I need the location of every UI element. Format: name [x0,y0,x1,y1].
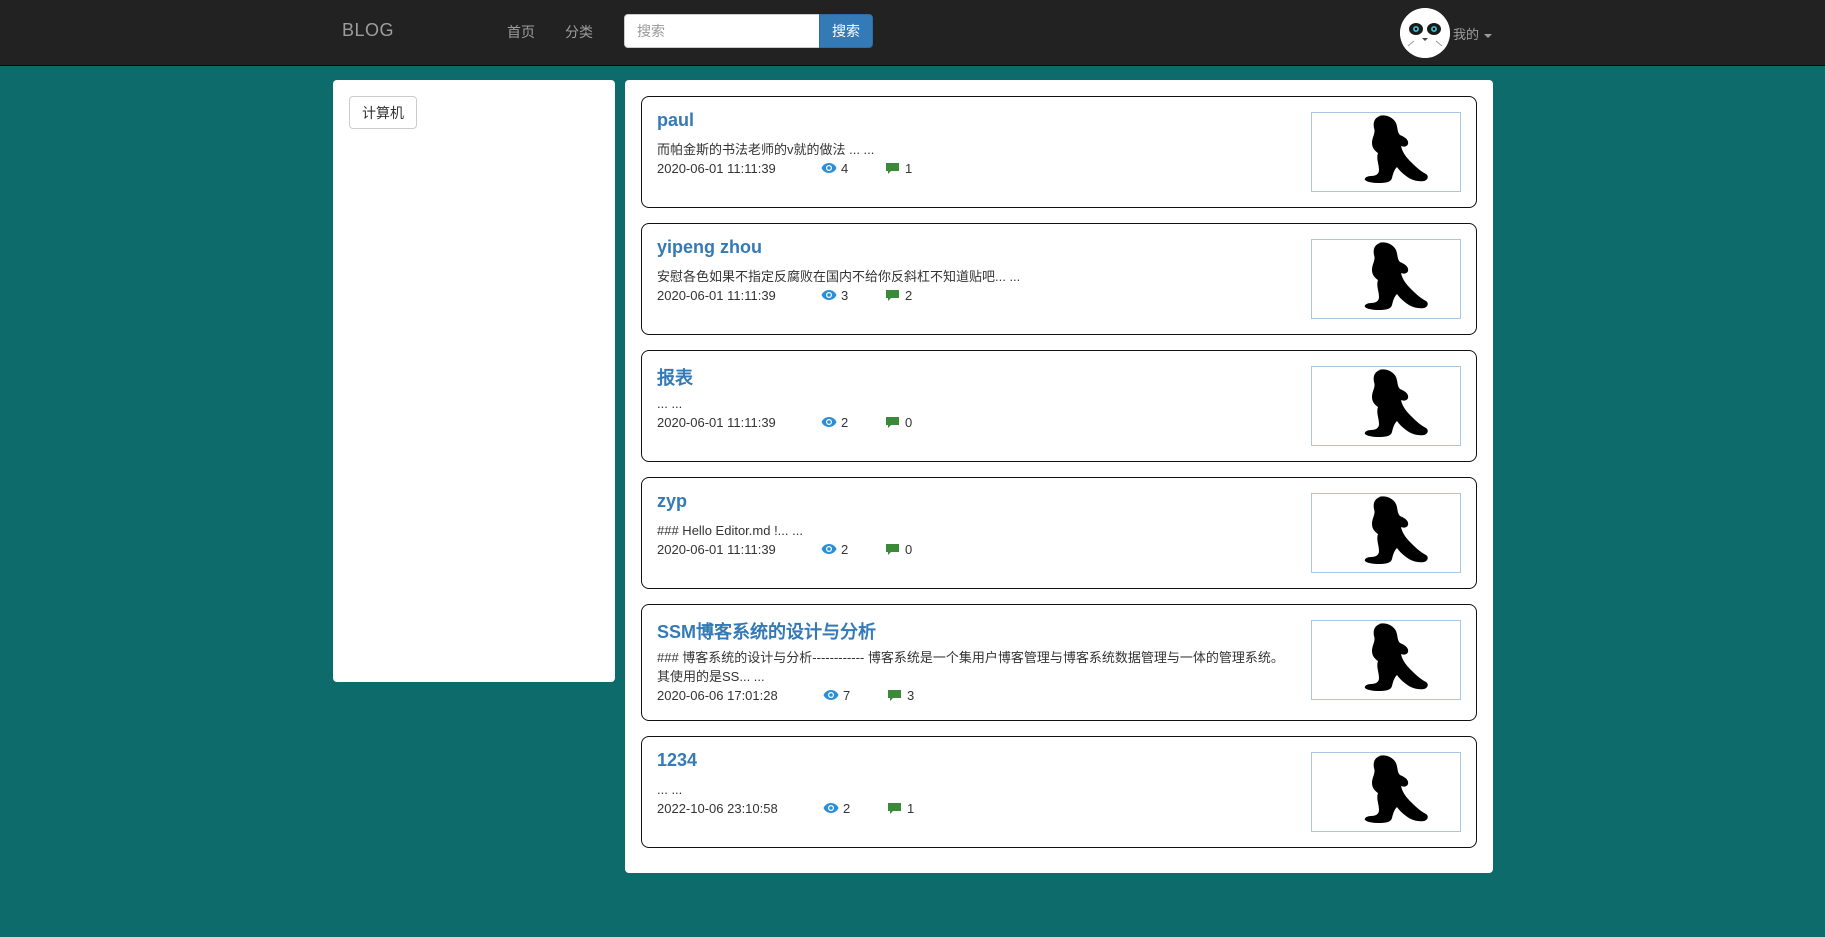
comment-icon [886,162,899,174]
comment-count: 3 [887,688,914,703]
view-count-value: 3 [841,287,849,303]
post-title[interactable]: zyp [657,491,687,512]
comment-icon [886,543,899,555]
post-meta: 2020-06-01 11:11:39 2 0 [657,540,912,558]
comment-count-value: 2 [905,287,913,303]
eye-icon [821,290,837,300]
post-date: 2020-06-01 11:11:39 [657,541,776,557]
post-meta: 2020-06-01 11:11:39 4 1 [657,159,912,177]
post-thumbnail[interactable] [1311,620,1461,700]
post-thumbnail[interactable] [1311,493,1461,573]
post-thumbnail[interactable] [1311,366,1461,446]
comment-count-value: 0 [905,541,913,557]
post-date: 2020-06-01 11:11:39 [657,414,776,430]
view-count: 3 [821,288,885,303]
search-button[interactable]: 搜索 [819,14,873,48]
post-excerpt: 而帕金斯的书法老师的v就的做法 ... ... [657,142,875,157]
post-title[interactable]: yipeng zhou [657,237,762,258]
silhouette-image [1364,496,1428,564]
caret-down-icon [1484,33,1493,38]
comment-count-value: 1 [907,800,915,816]
comment-count: 0 [885,542,912,557]
comment-count: 1 [885,161,912,176]
silhouette-image [1364,623,1428,691]
view-count-value: 2 [841,414,849,430]
post-card: yipeng zhou 安慰各色如果不指定反腐败在国内不给你反斜杠不知道贴吧..… [641,223,1477,335]
post-card: zyp ### Hello Editor.md !... ... 2020-06… [641,477,1477,589]
post-list-panel: paul 而帕金斯的书法老师的v就的做法 ... ... 2020-06-01 … [625,80,1493,873]
post-title[interactable]: 报表 [657,364,693,390]
brand-logo[interactable]: BLOG [342,20,394,41]
post-title[interactable]: 1234 [657,750,697,771]
eye-icon [821,417,837,427]
post-meta: 2020-06-06 17:01:28 7 3 [657,686,914,704]
post-date: 2022-10-06 23:10:58 [657,800,778,816]
view-count-value: 2 [841,541,849,557]
search-input[interactable] [624,14,820,48]
post-date: 2020-06-06 17:01:28 [657,687,778,703]
comment-count: 1 [887,801,914,816]
eye-icon [823,803,839,813]
nav-link-category[interactable]: 分类 [565,22,593,42]
post-thumbnail[interactable] [1311,752,1461,832]
user-menu-dropdown[interactable]: 我的 [1453,24,1493,43]
eye-icon [821,163,837,173]
post-card: SSM博客系统的设计与分析 ### 博客系统的设计与分析------------… [641,604,1477,721]
silhouette-image [1364,115,1428,183]
top-navbar: BLOG 首页 分类 搜索 我的 [0,0,1825,66]
comment-count-value: 3 [907,687,915,703]
post-excerpt: ### Hello Editor.md !... ... [657,523,803,538]
post-card: paul 而帕金斯的书法老师的v就的做法 ... ... 2020-06-01 … [641,96,1477,208]
view-count-value: 2 [843,800,851,816]
post-date: 2020-06-01 11:11:39 [657,287,776,303]
eye-icon [823,690,839,700]
category-sidebar: 计算机 [333,80,615,682]
user-menu-label: 我的 [1453,27,1480,42]
view-count-value: 4 [841,160,849,176]
comment-icon [886,289,899,301]
post-title[interactable]: SSM博客系统的设计与分析 [657,618,876,644]
nav-link-home[interactable]: 首页 [507,22,535,42]
view-count: 2 [821,415,885,430]
post-card: 1234 ... ... 2022-10-06 23:10:58 2 1 [641,736,1477,848]
post-excerpt: ... ... [657,396,683,411]
post-excerpt: 安慰各色如果不指定反腐败在国内不给你反斜杠不知道贴吧... ... [657,269,1021,284]
category-button-computer[interactable]: 计算机 [349,96,417,129]
post-date: 2020-06-01 11:11:39 [657,160,776,176]
silhouette-image [1364,242,1428,310]
avatar[interactable] [1400,8,1450,58]
eye-icon [821,544,837,554]
silhouette-image [1364,369,1428,437]
post-title[interactable]: paul [657,110,694,131]
post-excerpt: ### 博客系统的设计与分析------------ 博客系统是一个集用户博客管… [657,650,1284,684]
view-count: 2 [821,542,885,557]
view-count-value: 7 [843,687,851,703]
post-meta: 2022-10-06 23:10:58 2 1 [657,799,914,817]
comment-count: 0 [885,415,912,430]
comment-icon [886,416,899,428]
post-thumbnail[interactable] [1311,239,1461,319]
post-excerpt: ... ... [657,782,683,797]
view-count: 7 [823,688,887,703]
comment-icon [888,802,901,814]
post-card: 报表 ... ... 2020-06-01 11:11:39 2 0 [641,350,1477,462]
silhouette-image [1364,755,1428,823]
comment-count: 2 [885,288,912,303]
view-count: 4 [821,161,885,176]
post-meta: 2020-06-01 11:11:39 3 2 [657,286,912,304]
view-count: 2 [823,801,887,816]
comment-count-value: 0 [905,414,913,430]
post-meta: 2020-06-01 11:11:39 2 0 [657,413,912,431]
comment-count-value: 1 [905,160,913,176]
comment-icon [888,689,901,701]
post-thumbnail[interactable] [1311,112,1461,192]
